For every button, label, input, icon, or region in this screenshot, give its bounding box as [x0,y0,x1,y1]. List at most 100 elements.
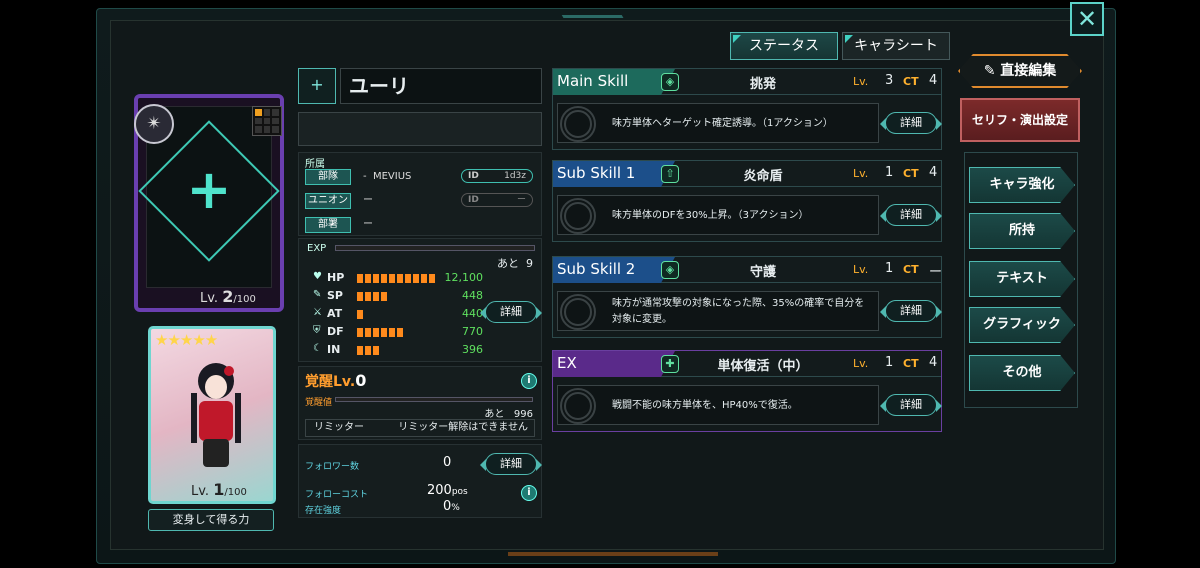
skill-type-label: EX [553,351,675,377]
exp-remaining-label: あと [497,257,519,270]
skill-main: Main Skill ◈ 挑発 Lv. 3 CT 4 味方単体ヘターゲット確定誘… [552,68,942,150]
right-bezel [1114,0,1200,568]
union-id: ID ー [461,193,533,207]
level-max: /100 [233,294,256,305]
limiter-row: リミッター リミッター解除はできません [305,419,535,437]
stat-at-bar [357,310,363,319]
stat-sp-bar [357,292,387,301]
enhance-button[interactable]: キャラ強化 [969,167,1075,203]
skill-detail-button[interactable]: 詳細 [880,204,942,226]
skill-name: 単体復活（中） [717,359,809,374]
stat-at: ⚔ AT 440 [313,307,483,321]
plus-icon: + [186,157,232,221]
existence-label: 存在強度 [305,506,342,516]
skill-ct-label: CT [903,167,919,180]
skill-lv-value: 1 [885,261,894,276]
stat-in-name: IN [327,343,341,356]
skill-description-box: 味方が通常攻撃の対象になった際、35%の確率で自分を対象に変更。 [557,291,879,331]
rarity-stars: ★★★★★ [155,331,218,349]
other-button[interactable]: その他 [969,355,1075,391]
skill-detail-button[interactable]: 詳細 [880,300,942,322]
awakening-title-label: 覚醒Lv. [305,374,356,390]
shield-icon: ◈ [661,73,679,91]
skill-ct-value: 4 [929,165,938,180]
gear-icon [560,106,596,142]
skill-detail-button[interactable]: 詳細 [880,112,942,134]
character-level: Lv. 2/100 [200,287,256,306]
existence-unit: % [451,503,460,513]
left-bezel [0,0,86,568]
skill-lv-value: 3 [885,73,894,88]
exp-bar [335,245,535,251]
stats-detail-button[interactable]: 詳細 [480,301,542,323]
boost-icon: ⇧ [661,165,679,183]
limiter-label: リミッター [314,422,364,433]
awakening-remaining: あと 996 [484,405,533,420]
stat-in-value: 396 [462,343,483,356]
owned-button[interactable]: 所持 [969,213,1075,249]
skill-type-label: Sub Skill 1 [553,161,675,187]
union-value: ー [363,195,373,206]
stat-df-value: 770 [462,325,483,338]
info-icon[interactable]: i [521,373,537,389]
dept-value: ー [363,219,373,230]
graphic-button[interactable]: グラフィック [969,307,1075,343]
limiter-value: リミッター解除はできません [398,422,528,433]
text-button[interactable]: テキスト [969,261,1075,297]
top-decoration [556,6,624,18]
serif-settings-button[interactable]: セリフ・演出設定 [960,98,1080,142]
skill-ct-label: CT [903,357,919,370]
skill-description-box: 戦闘不能の味方単体を、HP40%で復活。 [557,385,879,425]
card-level: Lv. 1/100 [191,480,247,499]
skill-description: 味方が通常攻撃の対象になった際、35%の確率で自分を対象に変更。 [612,298,865,325]
awakening-panel: 覚醒Lv.0 i 覚醒値 あと 996 リミッター リミッター解除はできません [298,366,542,440]
skill-ct-label: CT [903,263,919,276]
transform-power-button[interactable]: 変身して得る力 [148,509,274,531]
skill-ex: EX ✚ 単体復活（中） Lv. 1 CT 4 戦闘不能の味方単体を、HP40%… [552,350,942,432]
exp-label: EXP [307,243,327,254]
revive-icon: ✚ [661,355,679,373]
tab-chara-sheet[interactable]: キャラシート [842,32,950,60]
tab-status-label: ステータス [749,38,819,54]
follow-detail-button[interactable]: 詳細 [480,453,542,475]
skill-lv-value: 1 [885,355,894,370]
affiliation-row-squad: 部隊 - MEVIUS ID 1d3z [305,169,537,185]
awakening-value-label: 覚醒値 [305,398,333,408]
close-button[interactable]: ✕ [1070,2,1104,36]
gear-icon [560,198,596,234]
union-id-value: ー [516,195,526,205]
tab-corner-icon [845,35,853,43]
stat-sp: ✎ SP 448 [313,289,483,303]
skill-description-box: 味方単体ヘターゲット確定誘導。（1アクション） [557,103,879,143]
stat-hp-value: 12,100 [444,271,484,284]
add-icon-button[interactable]: + [298,68,336,104]
stat-hp: ♥ HP 12,100 [313,271,483,285]
skill-detail-button[interactable]: 詳細 [880,394,942,416]
skill-description-box: 味方単体のDFを30%上昇。（3アクション） [557,195,879,235]
card-level-value: 1 [213,480,225,499]
skill-sub-2: Sub Skill 2 ◈ 守護 Lv. 1 CT ー 味方が通常攻撃の対象にな… [552,256,942,338]
sword-icon: ⚔ [313,307,322,318]
tab-status[interactable]: ステータス [730,32,838,60]
skill-lv-label: Lv. [853,167,869,180]
follow-cost-unit: pos [451,487,468,497]
stat-at-name: AT [327,307,343,320]
sp-icon: ✎ [313,289,322,300]
stat-df-bar [357,328,403,337]
character-frame-card[interactable]: + ✴ Lv. 2/100 [134,94,284,312]
stat-hp-name: HP [327,271,345,284]
skill-ct-value: 4 [929,355,938,370]
transform-card[interactable]: ★★★★★ Lv. 1/100 [148,326,276,504]
affiliation-row-union: ユニオン ー ID ー [305,193,537,209]
follow-cost-label: フォローコスト [305,490,369,500]
awakening-level: 0 [355,371,367,390]
emblem-icon: ✴ [134,104,174,144]
gear-icon [560,294,596,330]
skill-sub-1: Sub Skill 1 ⇧ 炎命盾 Lv. 1 CT 4 味方単体のDFを30%… [552,160,942,242]
direct-edit-button[interactable]: ✎ 直接編集 [958,54,1082,88]
card-level-max: /100 [224,487,247,498]
direct-edit-label: 直接編集 [1000,63,1057,79]
follow-info-icon[interactable]: i [521,485,537,501]
skill-name: 挑発 [749,77,776,92]
skill-ct-label: CT [903,75,919,88]
